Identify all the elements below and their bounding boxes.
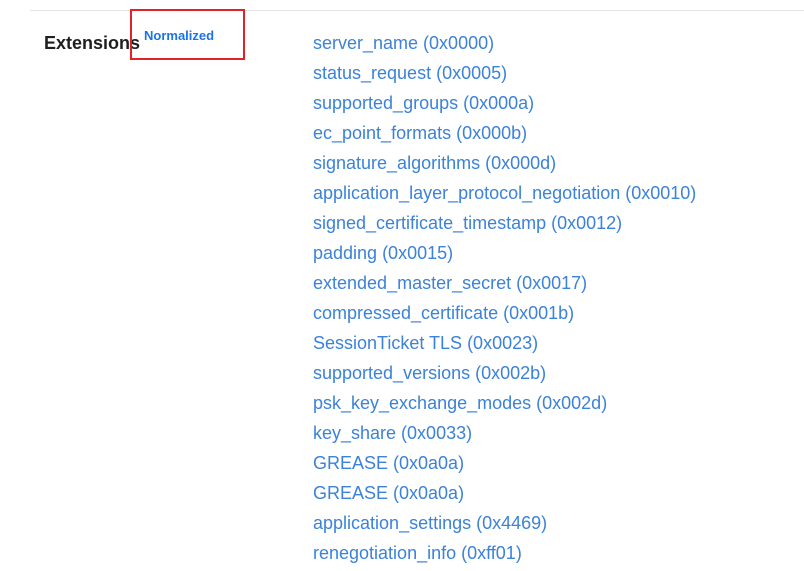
extension-link[interactable]: compressed_certificate (0x001b) — [313, 299, 696, 329]
extensions-page: Extensions Normalized server_name (0x000… — [0, 0, 804, 571]
extension-list: server_name (0x0000) status_request (0x0… — [313, 29, 696, 569]
extension-link[interactable]: padding (0x0015) — [313, 239, 696, 269]
extension-link[interactable]: GREASE (0x0a0a) — [313, 449, 696, 479]
extension-link[interactable]: application_settings (0x4469) — [313, 509, 696, 539]
extension-link[interactable]: supported_groups (0x000a) — [313, 89, 696, 119]
extension-link[interactable]: psk_key_exchange_modes (0x002d) — [313, 389, 696, 419]
extension-link[interactable]: status_request (0x0005) — [313, 59, 696, 89]
extension-link[interactable]: signed_certificate_timestamp (0x0012) — [313, 209, 696, 239]
extension-link[interactable]: extended_master_secret (0x0017) — [313, 269, 696, 299]
highlight-box — [130, 9, 245, 60]
extension-link[interactable]: application_layer_protocol_negotiation (… — [313, 179, 696, 209]
extension-link[interactable]: key_share (0x0033) — [313, 419, 696, 449]
extension-link[interactable]: server_name (0x0000) — [313, 29, 696, 59]
extension-link[interactable]: ec_point_formats (0x000b) — [313, 119, 696, 149]
extension-link[interactable]: GREASE (0x0a0a) — [313, 479, 696, 509]
extension-link[interactable]: supported_versions (0x002b) — [313, 359, 696, 389]
extension-link[interactable]: SessionTicket TLS (0x0023) — [313, 329, 696, 359]
extension-link[interactable]: renegotiation_info (0xff01) — [313, 539, 696, 569]
extension-link[interactable]: signature_algorithms (0x000d) — [313, 149, 696, 179]
extensions-label: Extensions — [44, 33, 141, 53]
